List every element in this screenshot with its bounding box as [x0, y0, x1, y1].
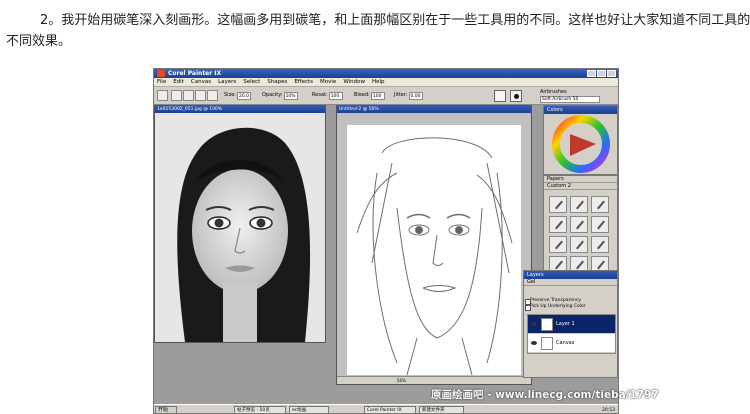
taskbar-item[interactable]: ec绘画 — [289, 406, 329, 413]
method-stroke-icon[interactable] — [207, 90, 218, 101]
window-controls — [587, 70, 616, 77]
jitter-field[interactable]: 0.00 — [408, 91, 423, 100]
custom-brush-grid — [549, 196, 609, 273]
window-title: Corel Painter IX — [168, 70, 222, 77]
layer-name: Canvas — [556, 340, 575, 346]
sketch-window-title[interactable]: Untitled-2 @ 56% — [337, 106, 531, 113]
brush-variant-icon[interactable] — [591, 236, 609, 253]
brush-variant[interactable]: Soft Airbrush 50 — [540, 96, 600, 103]
zoom-level: 56% — [397, 378, 406, 383]
layers-panel: Layers Gel Preserve Transparency Pick Up… — [523, 270, 618, 378]
brush-name: Airbrushes Soft Airbrush 50 — [540, 89, 600, 103]
brush-variant-icon[interactable] — [570, 216, 588, 233]
menu-canvas[interactable]: Canvas — [191, 78, 211, 86]
charcoal-sketch-image — [347, 125, 521, 376]
method-buildup-icon[interactable] — [183, 90, 194, 101]
menu-movie[interactable]: Movie — [320, 78, 336, 86]
menu-file[interactable]: File — [157, 78, 166, 86]
brush-tool-icon[interactable] — [157, 90, 168, 101]
article-paragraph: 2。我开始用碳笔深入刻画形。这幅画多用到碳笔，和上面那幅区别在于一些工具用的不同… — [6, 10, 750, 52]
visibility-eye-icon[interactable] — [531, 322, 537, 326]
menu-select[interactable]: Select — [243, 78, 260, 86]
brush-variant-icon[interactable] — [549, 216, 567, 233]
pick-up-color-checkbox[interactable]: Pick Up Underlying Color — [524, 304, 617, 311]
maximize-icon[interactable] — [597, 70, 606, 77]
brush-variants-panel: Papers Custom 2 — [543, 175, 618, 279]
brush-category[interactable]: Airbrushes — [540, 89, 567, 95]
menu-window[interactable]: Window — [343, 78, 365, 86]
taskbar-item[interactable]: Corel Painter IX — [364, 406, 416, 413]
layer-name: Layer 1 — [556, 321, 575, 327]
method-cover-icon[interactable] — [195, 90, 206, 101]
sketch-canvas[interactable]: 56% — [337, 113, 531, 384]
layer-list: Layer 1 Canvas — [527, 314, 616, 354]
menu-shapes[interactable]: Shapes — [267, 78, 287, 86]
reference-photo — [155, 113, 325, 342]
custom-palette-title[interactable]: Custom 2 — [544, 183, 617, 190]
zoom-scrollbar[interactable]: 56% — [337, 376, 531, 384]
dab-preview-icon[interactable] — [510, 90, 522, 102]
start-button[interactable]: 开始 — [155, 406, 177, 413]
taskbar-item[interactable]: 新建文件夹 — [419, 406, 464, 413]
portrait-photo-image — [155, 113, 325, 342]
close-icon[interactable] — [607, 70, 616, 77]
menu-layers[interactable]: Layers — [218, 78, 236, 86]
size-label: Size: — [224, 92, 236, 98]
reference-window-title[interactable]: 1e0153002_051.jpg @ 100% — [155, 106, 325, 113]
painter-screenshot: Corel Painter IX File Edit Canvas Layers… — [153, 68, 619, 414]
opacity-label: Opacity: — [262, 92, 283, 98]
layers-panel-title[interactable]: Layers — [524, 271, 617, 279]
brush-variant-icon[interactable] — [570, 196, 588, 213]
bleed-control: Bleed: 100 — [354, 91, 385, 100]
bleed-label: Bleed: — [354, 92, 370, 98]
resat-control: Resat: 100 — [312, 91, 343, 100]
brush-variant-icon[interactable] — [570, 236, 588, 253]
article-line-1: 2。我开始用碳笔深入刻画形。这幅画多用到碳笔，和上面那幅区别在于一些工具用的不同… — [40, 13, 750, 28]
layer-item-layer-1[interactable]: Layer 1 — [528, 315, 615, 334]
taskbar-clock: 20:53 — [602, 408, 615, 413]
layer-thumbnail — [541, 337, 553, 350]
brush-variant-icon[interactable] — [591, 196, 609, 213]
colors-panel: Colors — [543, 105, 618, 175]
menu-effects[interactable]: Effects — [294, 78, 313, 86]
layer-item-canvas[interactable]: Canvas — [528, 334, 615, 353]
opacity-control: Opacity: 10% — [262, 91, 298, 100]
bleed-field[interactable]: 100 — [370, 91, 385, 100]
taskbar-item[interactable]: 帖子预览 - 50页 — [234, 406, 286, 413]
jitter-label: Jitter: — [394, 92, 408, 98]
resat-label: Resat: — [312, 92, 328, 98]
painter-app-icon — [157, 70, 165, 77]
size-control: Size: 20.0 — [224, 91, 251, 100]
visibility-eye-icon[interactable] — [531, 341, 537, 345]
menu-bar: File Edit Canvas Layers Select Shapes Ef… — [154, 78, 618, 87]
minimize-icon[interactable] — [587, 70, 596, 77]
resat-field[interactable]: 100 — [328, 91, 343, 100]
brush-variant-icon[interactable] — [549, 196, 567, 213]
brush-category-icon[interactable] — [494, 90, 506, 102]
layer-spacer — [524, 286, 617, 298]
brush-variant-icon[interactable] — [549, 236, 567, 253]
papers-section[interactable]: Papers — [544, 176, 617, 183]
article: 2。我开始用碳笔深入刻画形。这幅画多用到碳笔，和上面那幅区别在于一些工具用的不同… — [0, 0, 750, 414]
window-titlebar: Corel Painter IX — [154, 69, 618, 78]
site-watermark: 原画绘画吧 - www.linecg.com/tieba/1797 — [431, 389, 659, 401]
color-wheel-icon[interactable] — [544, 114, 617, 174]
sketch-document-window: Untitled-2 @ 56% 56% — [336, 105, 532, 385]
colors-panel-title[interactable]: Colors — [544, 106, 617, 114]
menu-edit[interactable]: Edit — [173, 78, 184, 86]
brush-selector: Airbrushes Soft Airbrush 50 — [488, 88, 618, 104]
workspace: 1e0153002_051.jpg @ 100% Untitled-2 @ 56… — [154, 105, 618, 413]
article-line-2: 不同效果。 — [6, 34, 72, 49]
layer-thumbnail — [541, 318, 553, 331]
opacity-field[interactable]: 10% — [283, 91, 298, 100]
layer-composite-method[interactable]: Gel — [524, 279, 617, 286]
size-field[interactable]: 20.0 — [236, 91, 251, 100]
reset-tool-icon[interactable] — [171, 90, 182, 101]
windows-taskbar: 开始 帖子预览 - 50页 ec绘画 Corel Painter IX 新建文件… — [154, 404, 618, 413]
property-bar: Size: 20.0 Opacity: 10% Resat: 100 Bleed… — [154, 87, 618, 105]
reference-photo-window: 1e0153002_051.jpg @ 100% — [154, 105, 326, 343]
menu-help[interactable]: Help — [372, 78, 385, 86]
brush-variant-icon[interactable] — [591, 216, 609, 233]
jitter-control: Jitter: 0.00 — [394, 91, 423, 100]
